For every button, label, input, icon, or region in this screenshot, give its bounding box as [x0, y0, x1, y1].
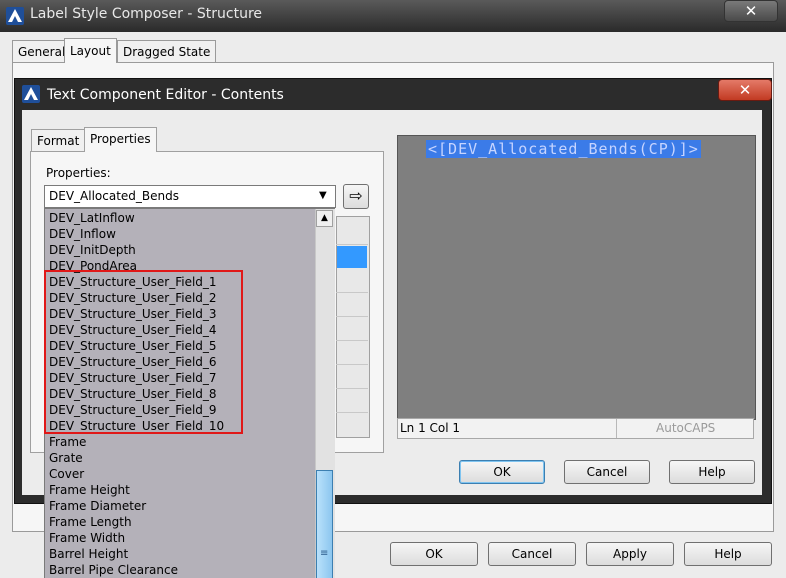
grid-line — [336, 364, 368, 365]
preview-text[interactable]: <[DEV_Allocated_Bends(CP)]> — [426, 140, 701, 158]
inner-ok-button[interactable]: OK — [459, 460, 545, 484]
list-item[interactable]: Grate — [49, 450, 83, 466]
list-item[interactable]: Barrel Pipe Clearance — [49, 562, 178, 578]
outer-help-button[interactable]: Help — [684, 542, 772, 566]
list-item[interactable]: Frame — [49, 434, 86, 450]
grid-selected-row[interactable] — [337, 246, 367, 268]
list-item[interactable]: Frame Width — [49, 530, 125, 546]
close-icon: ✕ — [738, 81, 752, 99]
tab-general[interactable]: General — [12, 40, 72, 62]
insert-property-button[interactable]: ⇨ — [343, 184, 369, 209]
grid-line — [336, 292, 368, 293]
list-item[interactable]: Frame Diameter — [49, 498, 146, 514]
civil3d-logo-icon — [22, 85, 40, 103]
grid-line — [336, 244, 368, 245]
inner-window-title: Text Component Editor - Contents — [47, 87, 284, 103]
list-item[interactable]: Frame Length — [49, 514, 132, 530]
outer-cancel-button[interactable]: Cancel — [488, 542, 576, 566]
list-item[interactable]: Barrel Height — [49, 546, 128, 562]
chevron-up-icon: ▲ — [321, 213, 328, 223]
status-divider — [616, 419, 617, 438]
scroll-thumb[interactable] — [316, 470, 333, 578]
tab-properties[interactable]: Properties — [84, 127, 157, 152]
close-icon: ✕ — [744, 2, 758, 20]
outer-ok-button[interactable]: OK — [390, 542, 478, 566]
list-item[interactable]: Frame Height — [49, 482, 130, 498]
highlight-box — [44, 270, 243, 434]
inner-title-bar: Text Component Editor - Contents — [14, 78, 770, 110]
grid-line — [336, 388, 368, 389]
inner-help-button[interactable]: Help — [669, 460, 755, 484]
text-preview-pane[interactable] — [397, 135, 756, 420]
grid-line — [336, 340, 368, 341]
properties-combobox-value: DEV_Allocated_Bends — [49, 189, 179, 203]
tab-dragged-state[interactable]: Dragged State — [117, 40, 217, 62]
properties-combobox[interactable]: DEV_Allocated_Bends ▼ — [44, 185, 336, 208]
grid-line — [336, 316, 368, 317]
grip-icon: ≡ — [320, 548, 329, 559]
cursor-position: Ln 1 Col 1 — [400, 421, 461, 435]
scroll-up-button[interactable]: ▲ — [316, 210, 333, 227]
chevron-down-icon[interactable]: ▼ — [319, 190, 327, 201]
list-item[interactable]: DEV_Inflow — [49, 226, 116, 242]
outer-window-title: Label Style Composer - Structure — [30, 6, 263, 22]
editor-status-bar: Ln 1 Col 1 AutoCAPS — [397, 418, 754, 439]
properties-label: Properties: — [46, 166, 111, 180]
list-item[interactable]: Cover — [49, 466, 84, 482]
list-item[interactable]: DEV_LatInflow — [49, 210, 135, 226]
grid-line — [336, 412, 368, 413]
outer-close-button[interactable]: ✕ — [724, 0, 778, 22]
inner-cancel-button[interactable]: Cancel — [564, 460, 650, 484]
tab-format[interactable]: Format — [31, 129, 86, 152]
outer-apply-button[interactable]: Apply — [586, 542, 674, 566]
autocaps-indicator: AutoCAPS — [656, 421, 716, 435]
civil3d-logo-icon — [6, 7, 24, 25]
outer-title-bar: Label Style Composer - Structure — [0, 0, 786, 32]
inner-close-button[interactable]: ✕ — [718, 79, 772, 101]
tab-layout[interactable]: Layout — [64, 38, 117, 63]
list-item[interactable]: DEV_InitDepth — [49, 242, 136, 258]
arrow-right-icon: ⇨ — [349, 186, 363, 205]
